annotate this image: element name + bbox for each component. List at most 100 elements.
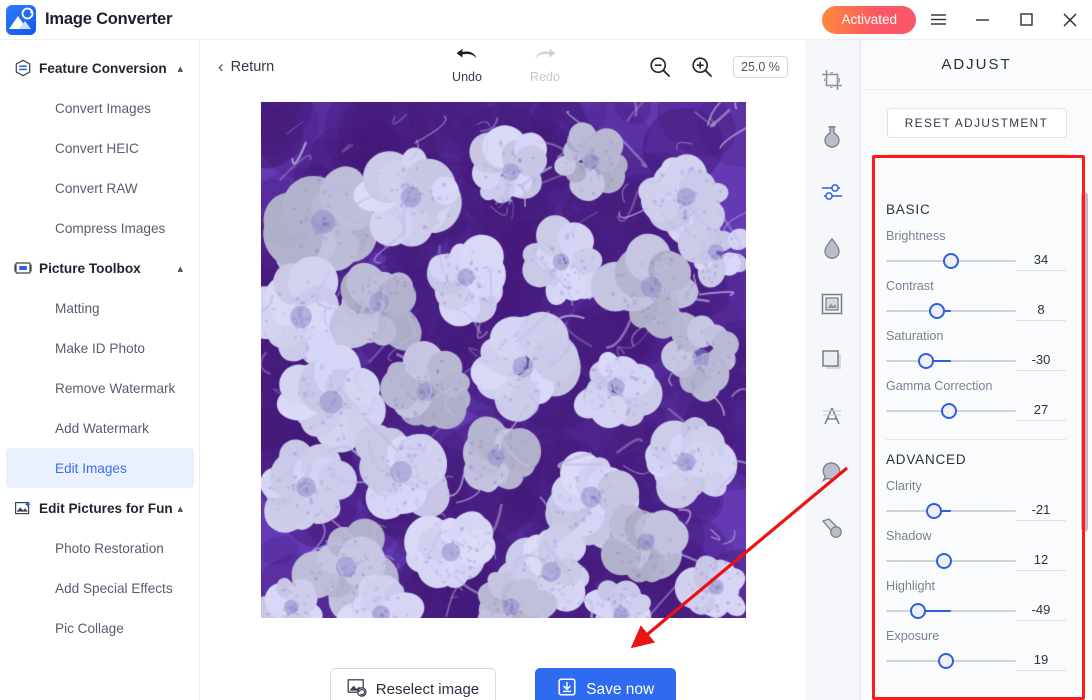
- slider-control-gamma-correction[interactable]: 27: [886, 401, 1066, 421]
- edit-pictures-for-fun-icon: [14, 499, 32, 517]
- reselect-image-button[interactable]: Reselect image: [329, 668, 497, 700]
- editor-toolbar: ‹ Return Undo Redo 25.0 %: [201, 40, 805, 102]
- save-now-button[interactable]: Save now: [535, 668, 677, 700]
- slider-thumb-highlight[interactable]: [909, 603, 926, 619]
- undo-redo-group: Undo Redo: [439, 47, 573, 84]
- frame-tool-icon[interactable]: [810, 276, 854, 332]
- tool-strip: [805, 40, 860, 700]
- sidebar-item-pic-collage[interactable]: Pic Collage: [6, 608, 194, 648]
- slider-thumb-exposure[interactable]: [938, 653, 955, 669]
- slider-value-highlight[interactable]: -49: [1016, 599, 1066, 621]
- sidebar-item-remove-watermark[interactable]: Remove Watermark: [6, 368, 194, 408]
- minimize-icon[interactable]: [960, 0, 1004, 40]
- slider-value-contrast[interactable]: 8: [1016, 299, 1066, 321]
- zoom-out-icon[interactable]: [649, 56, 671, 78]
- reselect-image-label: Reselect image: [375, 681, 480, 698]
- slider-track[interactable]: [886, 510, 1016, 512]
- sidebar-item-edit-images[interactable]: Edit Images: [6, 448, 194, 488]
- border-tool-icon[interactable]: [810, 332, 854, 388]
- redo-button[interactable]: Redo: [517, 47, 573, 84]
- sidebar-group-edit-pictures-for-fun[interactable]: Edit Pictures for Fun ▴: [0, 488, 199, 528]
- slider-control-shadow[interactable]: 12: [886, 551, 1066, 571]
- crop-tool-icon[interactable]: [810, 52, 854, 108]
- return-label: Return: [230, 58, 275, 75]
- sidebar-item-convert-images[interactable]: Convert Images: [6, 88, 194, 128]
- blur-droplet-tool-icon[interactable]: [810, 220, 854, 276]
- slider-label-gamma-correction: Gamma Correction: [886, 379, 993, 393]
- activated-button[interactable]: Activated: [822, 5, 916, 34]
- vertical-scrollbar[interactable]: [1081, 192, 1088, 532]
- sidebar-item-compress-images[interactable]: Compress Images: [6, 208, 194, 248]
- chevron-up-icon[interactable]: ▴: [177, 262, 183, 275]
- undo-arrow-icon: [456, 48, 477, 59]
- chevron-up-icon[interactable]: ▴: [177, 62, 183, 75]
- slider-control-saturation[interactable]: -30: [886, 351, 1066, 371]
- slider-value-clarity[interactable]: -21: [1016, 499, 1066, 521]
- adjust-sliders-tool-icon[interactable]: [810, 164, 854, 220]
- main-editor-area: ‹ Return Undo Redo 25.0 % Reselect image…: [201, 40, 805, 700]
- slider-track[interactable]: [886, 610, 1016, 612]
- slider-control-highlight[interactable]: -49: [886, 601, 1066, 621]
- slider-row-gamma-correction: Gamma Correction 27: [886, 371, 1066, 421]
- slider-label-highlight: Highlight: [886, 579, 936, 593]
- slider-thumb-contrast[interactable]: [929, 303, 946, 319]
- slider-control-brightness[interactable]: 34: [886, 251, 1066, 271]
- zoom-in-icon[interactable]: [691, 56, 713, 78]
- section-divider: [886, 439, 1066, 440]
- picture-toolbox-icon: [14, 259, 32, 277]
- undo-label: Undo: [452, 70, 482, 84]
- zoom-level-value[interactable]: 25.0 %: [733, 56, 788, 78]
- slider-value-saturation[interactable]: -30: [1016, 349, 1066, 371]
- app-window: Image Converter Activated Feature Conver…: [0, 0, 1092, 700]
- sidebar-group-picture-toolbox[interactable]: Picture Toolbox ▴: [0, 248, 199, 288]
- slider-track[interactable]: [886, 360, 1016, 362]
- maximize-icon[interactable]: [1004, 0, 1048, 40]
- slider-row-contrast: Contrast 8: [886, 271, 1066, 321]
- app-title: Image Converter: [45, 10, 173, 28]
- hamburger-menu-icon[interactable]: [916, 0, 960, 40]
- slider-value-exposure[interactable]: 19: [1016, 649, 1066, 671]
- slider-thumb-clarity[interactable]: [925, 503, 942, 519]
- sidebar-item-convert-heic[interactable]: Convert HEIC: [6, 128, 194, 168]
- editor-bottom-bar: Reselect image Save now: [201, 668, 805, 700]
- image-converter-logo: [6, 4, 36, 35]
- panel-divider: [886, 154, 1067, 155]
- slider-label-exposure: Exposure: [886, 629, 940, 643]
- slider-value-gamma-correction[interactable]: 27: [1016, 399, 1066, 421]
- slider-thumb-shadow[interactable]: [936, 553, 953, 569]
- slider-value-shadow[interactable]: 12: [1016, 549, 1066, 571]
- return-button[interactable]: ‹ Return: [218, 58, 274, 75]
- close-icon[interactable]: [1048, 0, 1092, 40]
- adjust-section-title: BASIC: [886, 202, 931, 217]
- slider-label-brightness: Brightness: [886, 229, 946, 243]
- undo-button[interactable]: Undo: [439, 47, 495, 84]
- chevron-up-icon[interactable]: ▴: [177, 502, 183, 515]
- callout-bubble-tool-icon[interactable]: [810, 444, 854, 500]
- adjust-panel-title: ADJUST: [861, 40, 1092, 90]
- zoom-controls: 25.0 %: [649, 56, 788, 78]
- reset-adjustment-button[interactable]: RESET ADJUSTMENT: [886, 108, 1067, 138]
- slider-control-contrast[interactable]: 8: [886, 301, 1066, 321]
- save-now-label: Save now: [586, 680, 655, 698]
- sidebar-item-matting[interactable]: Matting: [6, 288, 194, 328]
- purple-flowers-photo[interactable]: [260, 102, 746, 618]
- filter-flask-tool-icon[interactable]: [810, 108, 854, 164]
- sidebar-item-add-special-effects[interactable]: Add Special Effects: [6, 568, 194, 608]
- slider-row-exposure: Exposure 19: [886, 621, 1066, 671]
- slider-thumb-brightness[interactable]: [943, 253, 959, 269]
- sidebar-item-add-watermark[interactable]: Add Watermark: [6, 408, 194, 448]
- reselect-image-icon: [347, 678, 367, 700]
- brush-tool-icon[interactable]: [810, 500, 854, 556]
- sidebar-item-photo-restoration[interactable]: Photo Restoration: [6, 528, 194, 568]
- slider-control-clarity[interactable]: -21: [886, 501, 1066, 521]
- slider-value-brightness[interactable]: 34: [1016, 249, 1066, 271]
- text-tool-icon[interactable]: [810, 388, 854, 444]
- slider-control-exposure[interactable]: 19: [886, 651, 1066, 671]
- slider-thumb-saturation[interactable]: [917, 353, 934, 369]
- sidebar-group-feature-conversion[interactable]: Feature Conversion ▴: [0, 48, 199, 88]
- sidebar-item-convert-raw[interactable]: Convert RAW: [6, 168, 194, 208]
- sidebar-item-make-id-photo[interactable]: Make ID Photo: [6, 328, 194, 368]
- slider-row-saturation: Saturation -30: [886, 321, 1066, 371]
- slider-track[interactable]: [886, 310, 1016, 312]
- slider-thumb-gamma-correction[interactable]: [940, 403, 957, 419]
